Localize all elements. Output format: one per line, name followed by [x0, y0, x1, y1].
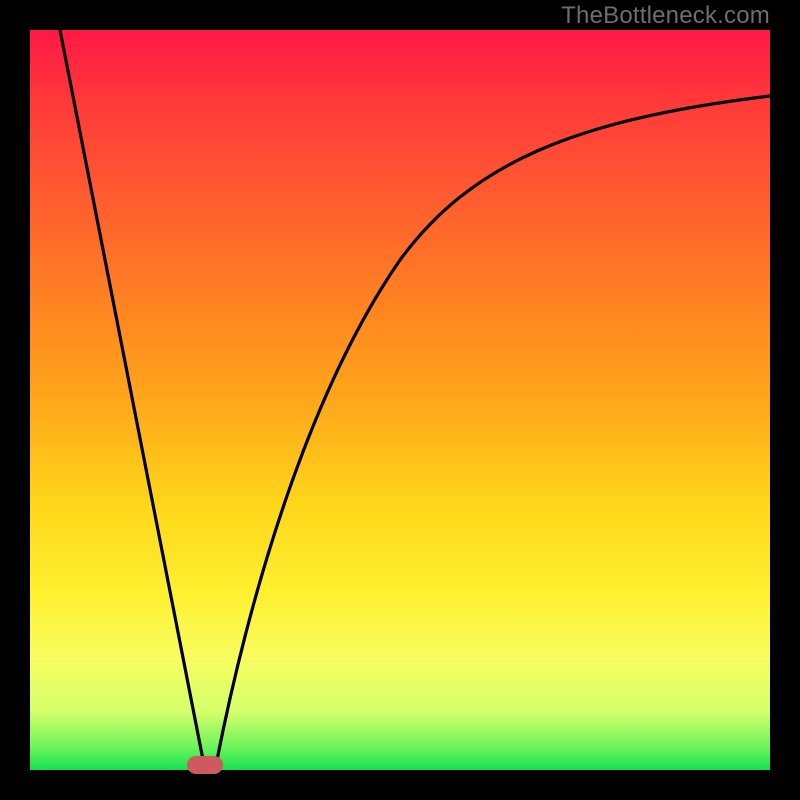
- chart-frame: TheBottleneck.com: [0, 0, 800, 800]
- watermark-text: TheBottleneck.com: [561, 2, 770, 30]
- curve-right-branch: [215, 96, 770, 770]
- curve-left-branch: [60, 30, 205, 770]
- optimum-marker: [187, 756, 223, 774]
- plot-area: [30, 30, 770, 770]
- bottleneck-curve: [30, 30, 770, 770]
